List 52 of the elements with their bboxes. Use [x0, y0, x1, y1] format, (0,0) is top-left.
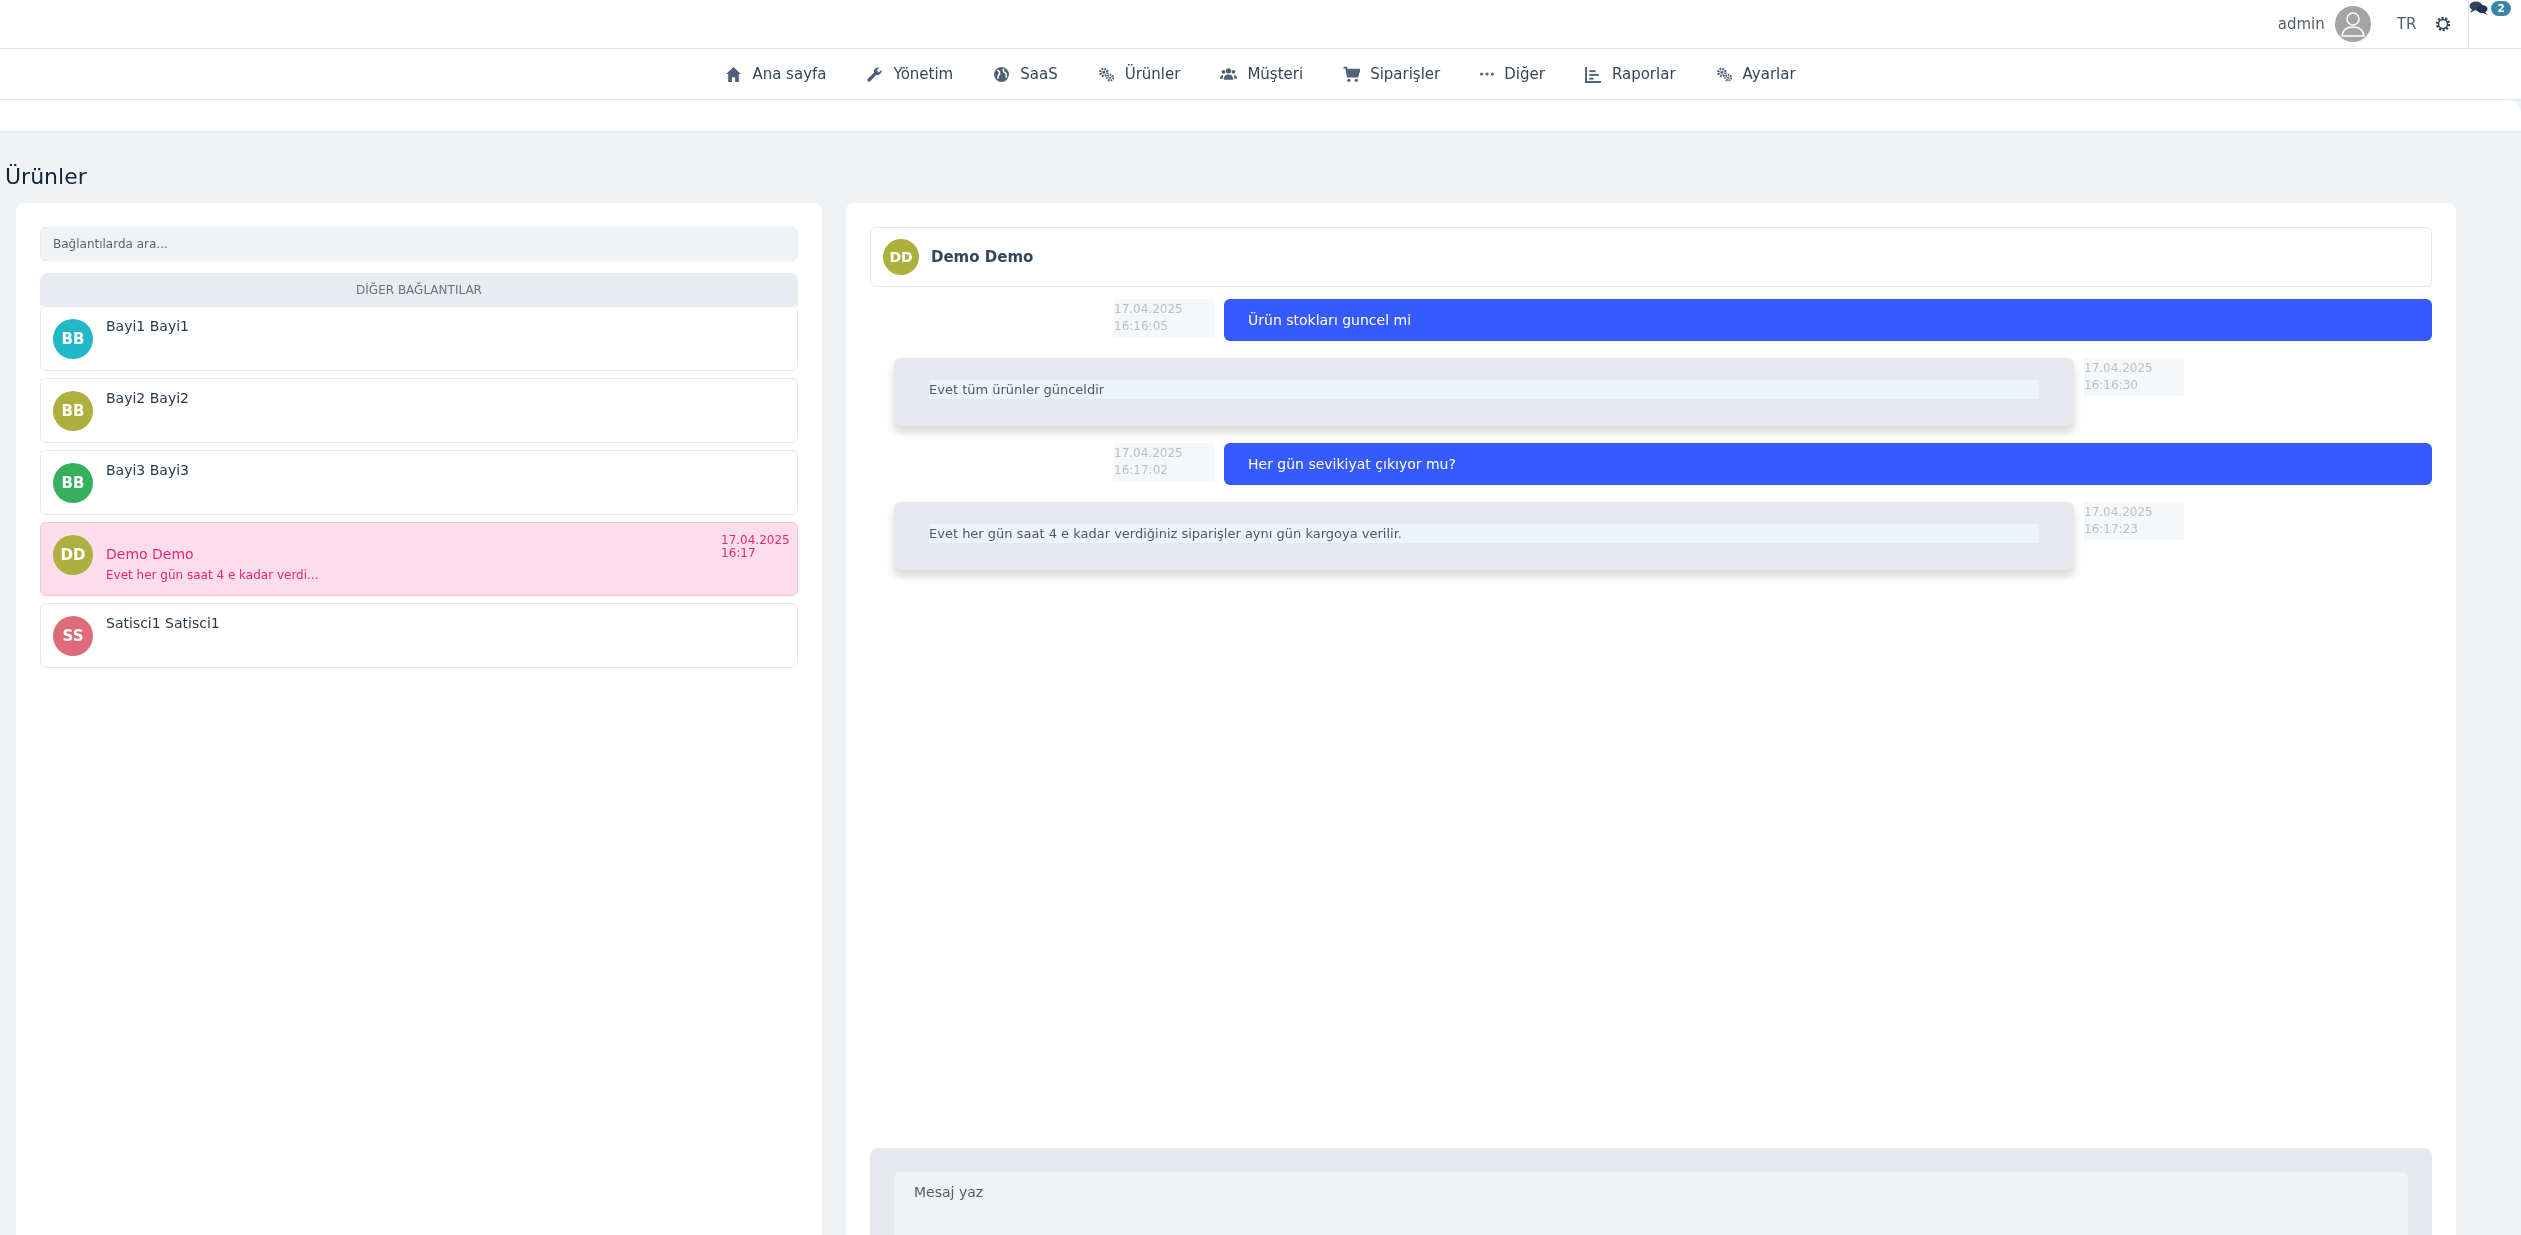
contact-name: Satisci1 Satisci1: [106, 615, 220, 631]
message-bubble: Her gün sevikiyat çıkıyor mu?: [1224, 443, 2432, 485]
message-text: Evet tüm ürünler günceldir: [929, 380, 2039, 399]
cart-icon: [1343, 65, 1361, 83]
message-bubble: Ürün stokları guncel mi: [1224, 299, 2432, 341]
globe-icon: [993, 65, 1011, 83]
nav-link[interactable]: Ayarlar: [1715, 65, 1796, 83]
nav-link[interactable]: Ürünler: [1097, 65, 1181, 83]
language-selector[interactable]: TR: [2396, 15, 2417, 33]
contact-item[interactable]: BB Bayi2 Bayi2: [40, 378, 798, 443]
chat-name: Demo Demo: [931, 248, 1034, 266]
nav-link[interactable]: Diğer: [1480, 65, 1545, 83]
avatar: BB: [53, 463, 93, 503]
contact-item[interactable]: SS Satisci1 Satisci1: [40, 603, 798, 668]
user-name[interactable]: admin: [2277, 15, 2325, 33]
nav-link[interactable]: Ana sayfa: [725, 65, 827, 83]
avatar: BB: [53, 319, 93, 359]
page-title: Ürünler: [5, 164, 88, 189]
dots-icon: [1480, 72, 1495, 76]
users-icon: [1220, 65, 1238, 83]
avatar: DD: [53, 535, 93, 575]
nav-link[interactable]: SaaS: [993, 65, 1058, 83]
contact-name: Bayi1 Bayi1: [106, 318, 189, 334]
message-timestamp: 17.04.2025 16:16:30: [2084, 358, 2184, 396]
message-timestamp: 17.04.2025 16:17:02: [1114, 443, 1214, 481]
nav-link[interactable]: Müşteri: [1220, 65, 1304, 83]
chat-bubbles-icon[interactable]: [2469, 0, 2490, 16]
message-text: Evet her gün saat 4 e kadar verdiğiniz siparişler aynı gün kargoya verilir.: [929, 524, 2039, 543]
avatar: DD: [883, 239, 919, 275]
message-preview: Evet her gün saat 4 e kadar verdi...: [106, 568, 320, 582]
gears-icon: [1715, 65, 1733, 83]
search-field[interactable]: Bağlantılarda ara...: [40, 227, 798, 261]
nav-link[interactable]: Yönetim: [866, 65, 954, 83]
section-header: DİĞER BAĞLANTILAR: [40, 273, 798, 306]
contact-name: Bayi3 Bayi3: [106, 462, 189, 478]
contact-name: Demo Demo: [106, 546, 194, 562]
notification-badge: 2: [2491, 1, 2511, 16]
nav-link[interactable]: Siparişler: [1343, 65, 1441, 83]
avatar: SS: [53, 616, 93, 656]
contact-item[interactable]: BB Bayi3 Bayi3: [40, 450, 798, 515]
gears-icon: [1097, 65, 1115, 83]
message-input[interactable]: Mesaj yaz: [894, 1172, 2408, 1235]
nav-link[interactable]: Raporlar: [1584, 65, 1676, 83]
message-timestamp: 17.04.2025 16:17:23: [2084, 502, 2184, 540]
settings-icon[interactable]: [2434, 15, 2453, 33]
wrench-icon: [866, 65, 884, 83]
home-icon: [725, 65, 743, 83]
avatar: BB: [53, 391, 93, 431]
message-timestamp: 17.04.2025 16:16:05: [1114, 299, 1214, 337]
contact-name: Bayi2 Bayi2: [106, 390, 189, 406]
contact-item[interactable]: BB Bayi1 Bayi1: [40, 306, 798, 371]
chart-icon: [1584, 65, 1602, 83]
